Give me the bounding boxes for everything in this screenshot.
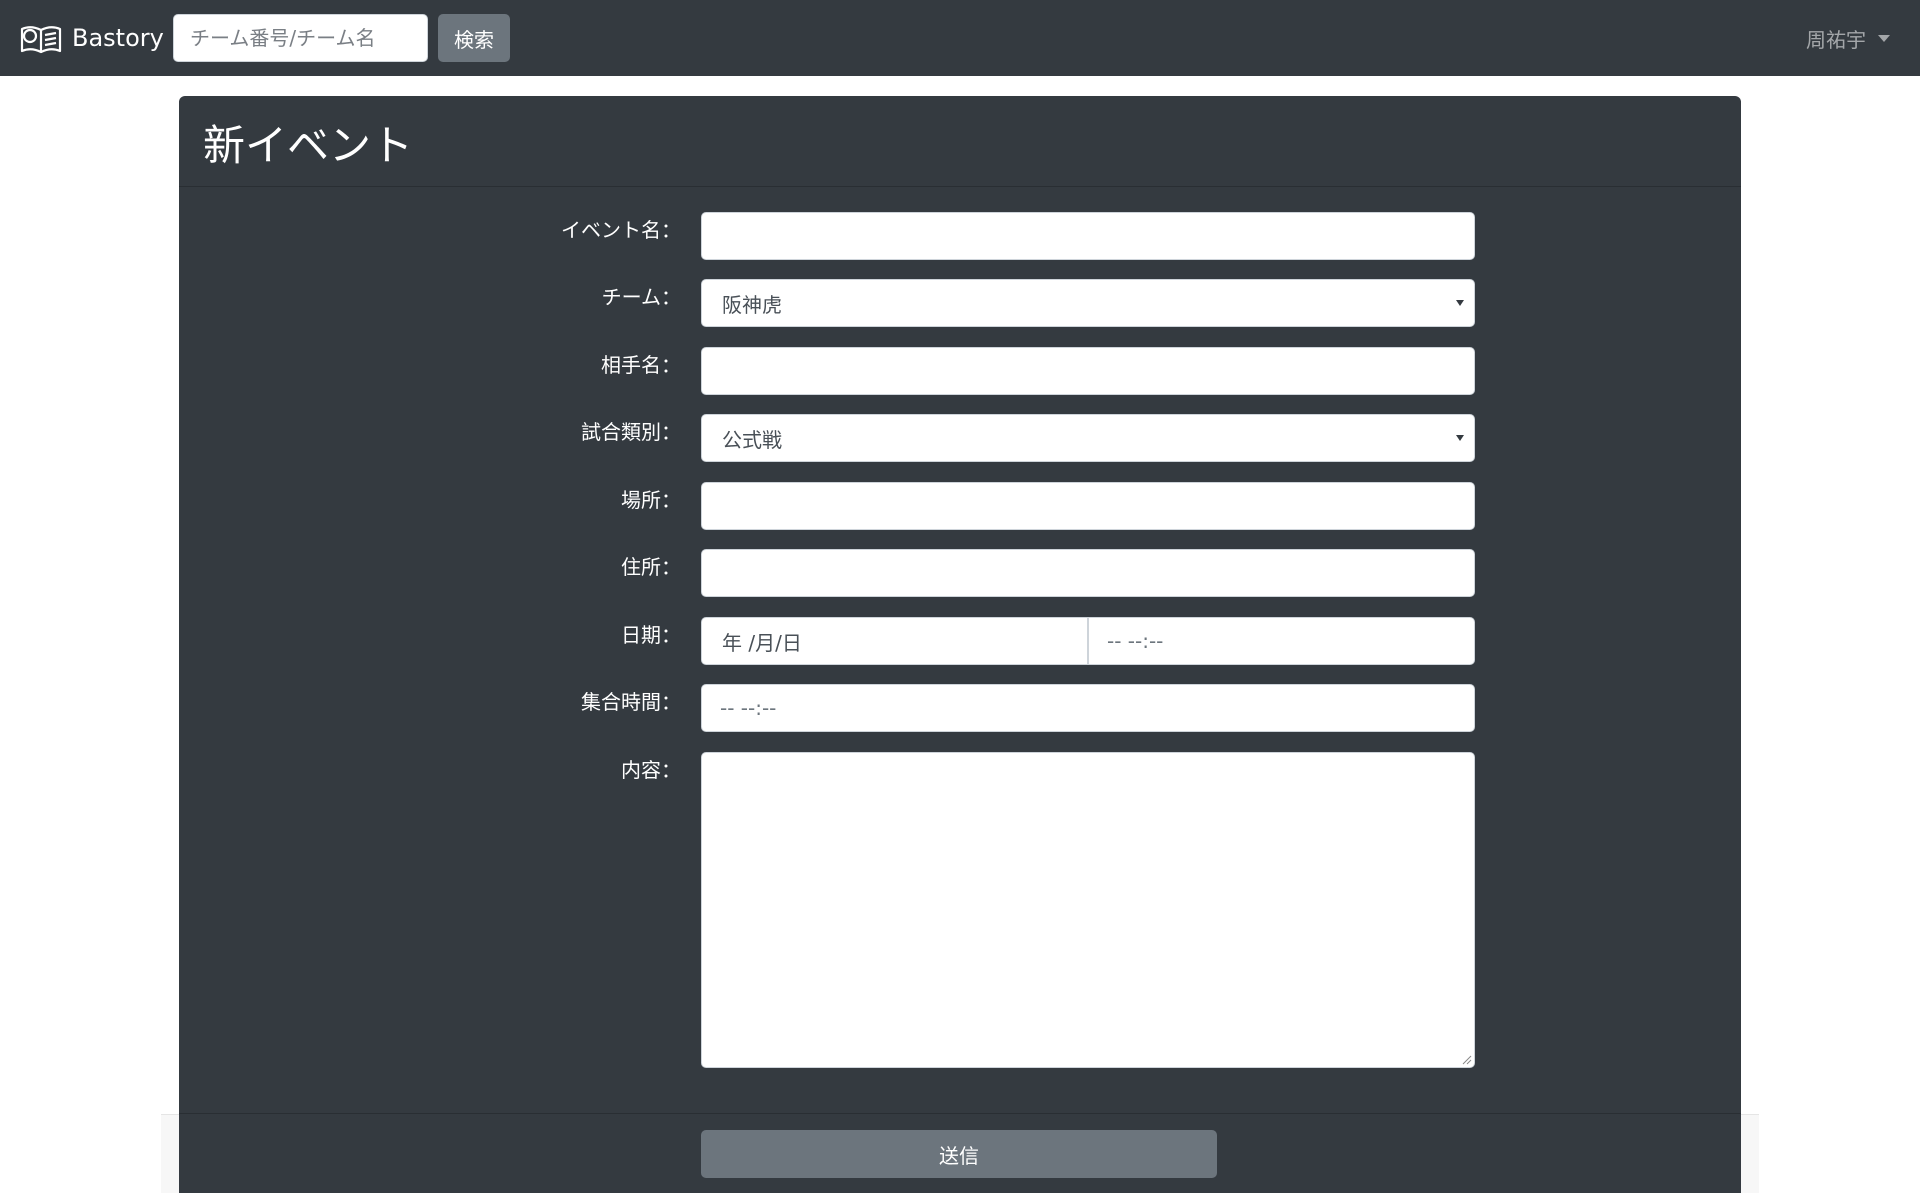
search-button[interactable]: 検索 [438,14,510,62]
page-title: 新イベント [203,121,414,170]
date-placeholder: 年 /月/日 [722,630,802,655]
date-input[interactable]: 年 /月/日 [701,617,1088,665]
content-textarea[interactable] [701,752,1475,1068]
gather-time-label: 集合時間： [581,690,681,714]
address-input[interactable] [701,549,1475,597]
card-header: 新イベント [179,96,1741,187]
team-select[interactable]: 阪神虎 [701,279,1475,327]
time-input[interactable]: -- --:-- [1088,617,1475,665]
dropdown-arrow-icon [1456,435,1464,441]
match-type-selected-value: 公式戦 [722,427,782,452]
time-placeholder: -- --:-- [1107,629,1164,653]
team-search-input[interactable] [173,14,428,62]
opponent-name-input[interactable] [701,347,1475,395]
opponent-label: 相手名： [601,353,681,377]
user-name: 周祐宇 [1806,27,1866,52]
match-type-label: 試合類別： [581,420,681,444]
top-navbar: Bastory 検索 周祐宇 [0,0,1920,76]
open-book-icon [20,26,62,54]
gather-time-input[interactable]: -- --:-- [701,684,1475,732]
place-label: 場所： [621,488,681,512]
brand-name: Bastory [72,24,164,52]
team-selected-value: 阪神虎 [722,292,782,317]
match-type-select[interactable]: 公式戦 [701,414,1475,462]
team-label: チーム： [601,285,681,309]
event-name-input[interactable] [701,212,1475,260]
submit-button[interactable]: 送信 [701,1130,1217,1178]
card-footer-divider [179,1113,1741,1114]
event-name-label: イベント名： [561,218,681,242]
caret-down-icon [1878,34,1890,42]
date-label: 日期： [621,623,681,647]
content-label: 内容： [621,758,681,782]
resize-grip-icon[interactable] [1460,1053,1472,1065]
user-dropdown[interactable]: 周祐宇 [1806,24,1890,52]
dropdown-arrow-icon [1456,300,1464,306]
place-input[interactable] [701,482,1475,530]
address-label: 住所： [621,555,681,579]
brand-link[interactable]: Bastory [20,18,164,58]
gather-time-placeholder: -- --:-- [720,696,777,720]
new-event-card: 新イベント イベント名： チーム： 阪神虎 相手名： 試合類別： 公式戦 場所：… [179,96,1741,1193]
